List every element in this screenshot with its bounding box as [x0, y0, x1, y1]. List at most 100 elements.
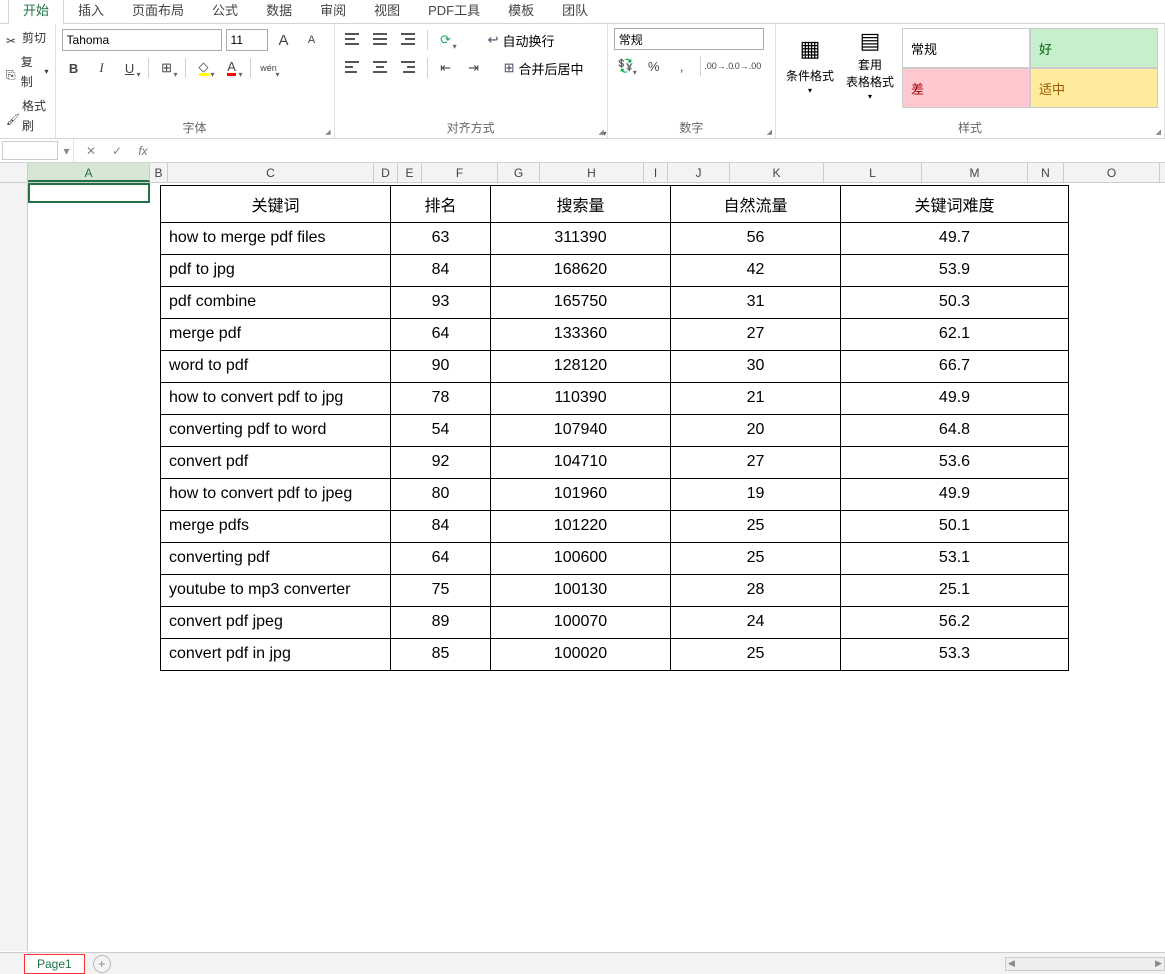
tab-review[interactable]: 审阅: [306, 0, 360, 23]
cell-volume[interactable]: 100600: [491, 543, 671, 575]
cell-traffic[interactable]: 25: [671, 639, 841, 671]
cell-difficulty[interactable]: 53.1: [841, 543, 1069, 575]
col-header-E[interactable]: E: [398, 163, 422, 182]
cell-traffic[interactable]: 19: [671, 479, 841, 511]
orientation-button[interactable]: ⟳: [434, 28, 458, 52]
cell-rank[interactable]: 54: [391, 415, 491, 447]
header-traffic[interactable]: 自然流量: [671, 186, 841, 223]
bold-button[interactable]: B: [62, 56, 86, 80]
style-neutral[interactable]: 适中: [1030, 68, 1158, 108]
percent-button[interactable]: %: [642, 54, 666, 78]
formula-input[interactable]: [156, 139, 1165, 162]
font-color-button[interactable]: A: [220, 56, 244, 80]
cell-rank[interactable]: 80: [391, 479, 491, 511]
cell-volume[interactable]: 100070: [491, 607, 671, 639]
header-rank[interactable]: 排名: [391, 186, 491, 223]
cell-difficulty[interactable]: 50.3: [841, 287, 1069, 319]
number-format-select[interactable]: [614, 28, 764, 50]
header-volume[interactable]: 搜索量: [491, 186, 671, 223]
col-header-H[interactable]: H: [540, 163, 644, 182]
cell-difficulty[interactable]: 49.7: [841, 223, 1069, 255]
tab-insert[interactable]: 插入: [64, 0, 118, 23]
cell-keyword[interactable]: how to merge pdf files: [161, 223, 391, 255]
header-difficulty[interactable]: 关键词难度: [841, 186, 1069, 223]
cell-difficulty[interactable]: 56.2: [841, 607, 1069, 639]
cell-traffic[interactable]: 21: [671, 383, 841, 415]
italic-button[interactable]: I: [90, 56, 114, 80]
cell-traffic[interactable]: 30: [671, 351, 841, 383]
style-good[interactable]: 好: [1030, 28, 1158, 68]
wrap-text-button[interactable]: 自动换行: [482, 28, 561, 52]
decrease-font-button[interactable]: A: [300, 28, 324, 52]
cell-traffic[interactable]: 24: [671, 607, 841, 639]
cell-rank[interactable]: 90: [391, 351, 491, 383]
border-button[interactable]: ⊞: [155, 56, 179, 80]
table-format-button[interactable]: ▤ 套用 表格格式▾: [842, 28, 898, 100]
horizontal-scrollbar[interactable]: [1005, 957, 1165, 971]
tab-layout[interactable]: 页面布局: [118, 0, 198, 23]
cell-keyword[interactable]: pdf to jpg: [161, 255, 391, 287]
cell-volume[interactable]: 100020: [491, 639, 671, 671]
decrease-decimal-button[interactable]: .0→.00: [735, 54, 759, 78]
comma-button[interactable]: ,: [670, 54, 694, 78]
align-bottom-button[interactable]: [397, 28, 421, 52]
pinyin-button[interactable]: wén: [257, 56, 281, 80]
format-painter-button[interactable]: 格式刷: [6, 96, 49, 136]
align-right-button[interactable]: [397, 56, 421, 80]
cell-difficulty[interactable]: 64.8: [841, 415, 1069, 447]
align-left-button[interactable]: [341, 56, 365, 80]
cell-rank[interactable]: 84: [391, 511, 491, 543]
cell-volume[interactable]: 133360: [491, 319, 671, 351]
cell-volume[interactable]: 100130: [491, 575, 671, 607]
cell-difficulty[interactable]: 50.1: [841, 511, 1069, 543]
cell-volume[interactable]: 168620: [491, 255, 671, 287]
tab-formulas[interactable]: 公式: [198, 0, 252, 23]
tab-data[interactable]: 数据: [252, 0, 306, 23]
cell-difficulty[interactable]: 62.1: [841, 319, 1069, 351]
fill-color-button[interactable]: ◇: [192, 56, 216, 80]
add-sheet-button[interactable]: +: [93, 955, 111, 973]
col-header-D[interactable]: D: [374, 163, 398, 182]
cell-traffic[interactable]: 20: [671, 415, 841, 447]
name-box[interactable]: [2, 141, 58, 160]
align-center-button[interactable]: [369, 56, 393, 80]
cell-difficulty[interactable]: 66.7: [841, 351, 1069, 383]
cell-traffic[interactable]: 25: [671, 511, 841, 543]
cell-keyword[interactable]: youtube to mp3 converter: [161, 575, 391, 607]
increase-decimal-button[interactable]: .00→.0: [707, 54, 731, 78]
cell-volume[interactable]: 128120: [491, 351, 671, 383]
cell-difficulty[interactable]: 53.9: [841, 255, 1069, 287]
cell-keyword[interactable]: how to convert pdf to jpg: [161, 383, 391, 415]
cell-keyword[interactable]: merge pdf: [161, 319, 391, 351]
cell-keyword[interactable]: how to convert pdf to jpeg: [161, 479, 391, 511]
cut-button[interactable]: 剪切: [6, 28, 49, 48]
cell-keyword[interactable]: convert pdf jpeg: [161, 607, 391, 639]
cell-rank[interactable]: 89: [391, 607, 491, 639]
name-box-dropdown[interactable]: ▾: [60, 139, 74, 162]
enter-button[interactable]: ✓: [104, 139, 130, 162]
font-size-select[interactable]: [226, 29, 268, 51]
align-top-button[interactable]: [341, 28, 365, 52]
select-all-corner[interactable]: [0, 163, 28, 182]
font-name-select[interactable]: [62, 29, 222, 51]
cell-rank[interactable]: 92: [391, 447, 491, 479]
merge-center-button[interactable]: 合并后居中: [498, 56, 590, 80]
cell-rank[interactable]: 85: [391, 639, 491, 671]
cell-traffic[interactable]: 27: [671, 447, 841, 479]
cell-traffic[interactable]: 25: [671, 543, 841, 575]
indent-decrease-button[interactable]: ⇤: [434, 56, 458, 80]
cell-rank[interactable]: 63: [391, 223, 491, 255]
cell-volume[interactable]: 101960: [491, 479, 671, 511]
cell-keyword[interactable]: convert pdf in jpg: [161, 639, 391, 671]
tab-home[interactable]: 开始: [8, 0, 64, 24]
col-header-A[interactable]: A: [28, 163, 150, 182]
cell-volume[interactable]: 101220: [491, 511, 671, 543]
col-header-N[interactable]: N: [1028, 163, 1064, 182]
cell-traffic[interactable]: 27: [671, 319, 841, 351]
currency-button[interactable]: 💱: [614, 54, 638, 78]
col-header-L[interactable]: L: [824, 163, 922, 182]
col-header-B[interactable]: B: [150, 163, 168, 182]
underline-button[interactable]: U: [118, 56, 142, 80]
header-keyword[interactable]: 关键词: [161, 186, 391, 223]
col-header-K[interactable]: K: [730, 163, 824, 182]
